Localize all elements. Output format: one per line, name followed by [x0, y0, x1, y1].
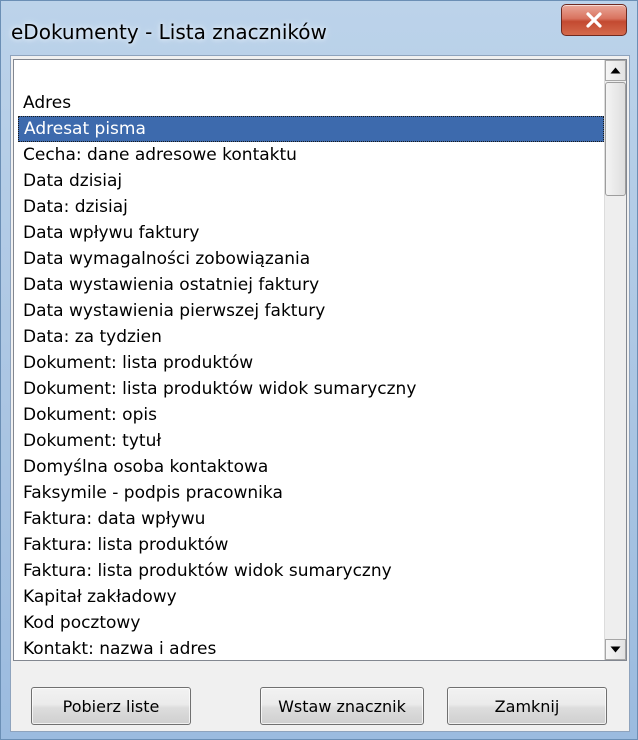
list-item[interactable]: Kapitał zakładowy — [18, 584, 604, 610]
list-item[interactable]: Data wymagalności zobowiązania — [18, 246, 604, 272]
scroll-up-button[interactable] — [605, 60, 626, 81]
close-button[interactable]: Zamknij — [447, 687, 607, 725]
dialog-window: eDokumenty - Lista znaczników Adres Adres… — [0, 0, 638, 740]
scroll-down-button[interactable] — [605, 639, 626, 660]
window-close-button[interactable] — [561, 4, 627, 36]
close-x-icon — [586, 12, 602, 28]
list-item[interactable]: Data: dzisiaj — [18, 194, 604, 220]
list-item[interactable]: Faktura: data wpływu — [18, 506, 604, 532]
dialog-client-area: Adres Adresat pisma Cecha: dane adresowe k… — [10, 55, 630, 732]
window-title: eDokumenty - Lista znaczników — [11, 20, 327, 44]
list-item[interactable]: Data dzisiaj — [18, 168, 604, 194]
list-item[interactable]: Adres — [18, 90, 604, 116]
list-item[interactable]: Dokument: lista produktów widok sumarycz… — [18, 376, 604, 402]
list-item[interactable]: Data wystawienia pierwszej faktury — [18, 298, 604, 324]
list-item[interactable]: Faktura: lista produktów — [18, 532, 604, 558]
arrow-up-icon — [610, 67, 621, 74]
insert-tag-button[interactable]: Wstaw znacznik — [260, 687, 424, 725]
list-item[interactable]: Kod pocztowy — [18, 610, 604, 636]
list-item[interactable]: Cecha: dane adresowe kontaktu — [18, 142, 604, 168]
list-item[interactable]: Dokument: opis — [18, 402, 604, 428]
scrollbar-track[interactable] — [605, 196, 626, 638]
vertical-scrollbar[interactable] — [604, 60, 626, 660]
tag-listbox[interactable]: Adres Adresat pisma Cecha: dane adresowe k… — [13, 59, 627, 661]
tag-list: Adres Adresat pisma Cecha: dane adresowe k… — [18, 90, 604, 660]
list-item[interactable]: Kontakt: nazwa i adres — [18, 636, 604, 660]
list-item[interactable]: Data wystawienia ostatniej faktury — [18, 272, 604, 298]
list-item[interactable]: Data wpływu faktury — [18, 220, 604, 246]
list-item[interactable]: Data: za tydzien — [18, 324, 604, 350]
get-list-button[interactable]: Pobierz liste — [31, 687, 191, 725]
title-bar[interactable]: eDokumenty - Lista znaczników — [1, 1, 637, 55]
list-item[interactable]: Domyślna osoba kontaktowa — [18, 454, 604, 480]
list-item[interactable]: Dokument: tytuł — [18, 428, 604, 454]
scrollbar-thumb[interactable] — [605, 82, 626, 196]
list-item[interactable]: Dokument: lista produktów — [18, 350, 604, 376]
list-item[interactable]: Faktura: lista produktów widok sumaryczn… — [18, 558, 604, 584]
arrow-down-icon — [610, 646, 621, 653]
list-item-selected[interactable]: Adresat pisma — [18, 116, 604, 142]
list-item[interactable]: Faksymile - podpis pracownika — [18, 480, 604, 506]
